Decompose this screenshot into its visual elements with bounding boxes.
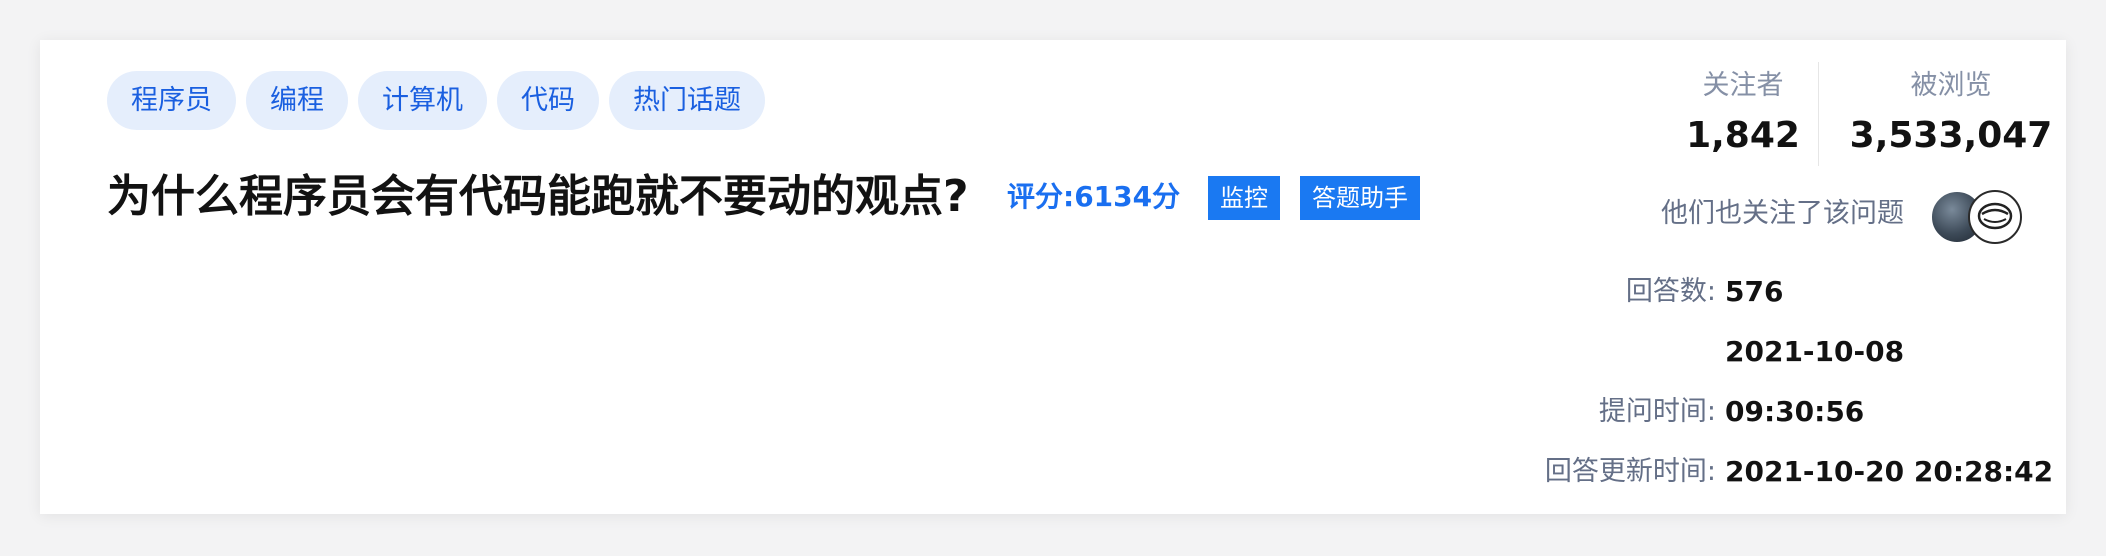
monitor-button[interactable]: 监控 bbox=[1208, 176, 1280, 220]
followers-label: 关注者 bbox=[1702, 70, 1784, 101]
answer-updated-value: 2021-10-20 20:28:42 bbox=[1725, 455, 2054, 488]
also-follow-label: 他们也关注了该问题 bbox=[1661, 198, 1904, 229]
avatar[interactable] bbox=[1968, 190, 2022, 244]
question-card: 程序员 编程 计算机 代码 热门话题 为什么程序员会有代码能跑就不要动的观点? … bbox=[40, 40, 2066, 514]
answer-updated-label: 回答更新时间: bbox=[1544, 456, 1716, 487]
cartoon-face-icon bbox=[1977, 202, 2013, 230]
stats-divider bbox=[1818, 62, 1819, 166]
answers-count-label: 回答数: bbox=[1625, 276, 1716, 307]
score-value: 6134分 bbox=[1074, 180, 1181, 213]
asked-time-value: 09:30:56 bbox=[1725, 395, 1865, 428]
views-count: 3,533,047 bbox=[1849, 115, 2053, 156]
tag-code[interactable]: 代码 bbox=[497, 71, 599, 130]
views-stat: 被浏览 3,533,047 bbox=[1836, 68, 2066, 162]
score-label: 评分: bbox=[1007, 180, 1075, 213]
tag-hot-topic[interactable]: 热门话题 bbox=[609, 71, 765, 130]
followers-count: 1,842 bbox=[1686, 115, 1800, 156]
tag-programmer[interactable]: 程序员 bbox=[107, 71, 236, 130]
answer-assistant-button[interactable]: 答题助手 bbox=[1300, 176, 1420, 220]
asked-time-label: 提问时间: bbox=[1598, 396, 1716, 427]
question-title: 为什么程序员会有代码能跑就不要动的观点? bbox=[107, 171, 969, 222]
answers-count-value: 576 bbox=[1725, 275, 1784, 308]
tag-programming[interactable]: 编程 bbox=[246, 71, 348, 130]
tag-computer[interactable]: 计算机 bbox=[358, 71, 487, 130]
question-score: 评分:6134分 bbox=[1007, 175, 1180, 219]
asked-date-value: 2021-10-08 bbox=[1725, 335, 1905, 368]
views-label: 被浏览 bbox=[1910, 70, 1992, 101]
topic-tags: 程序员 编程 计算机 代码 热门话题 bbox=[107, 71, 765, 130]
follower-avatars bbox=[1930, 190, 2030, 246]
followers-stat: 关注者 1,842 bbox=[1668, 68, 1818, 162]
